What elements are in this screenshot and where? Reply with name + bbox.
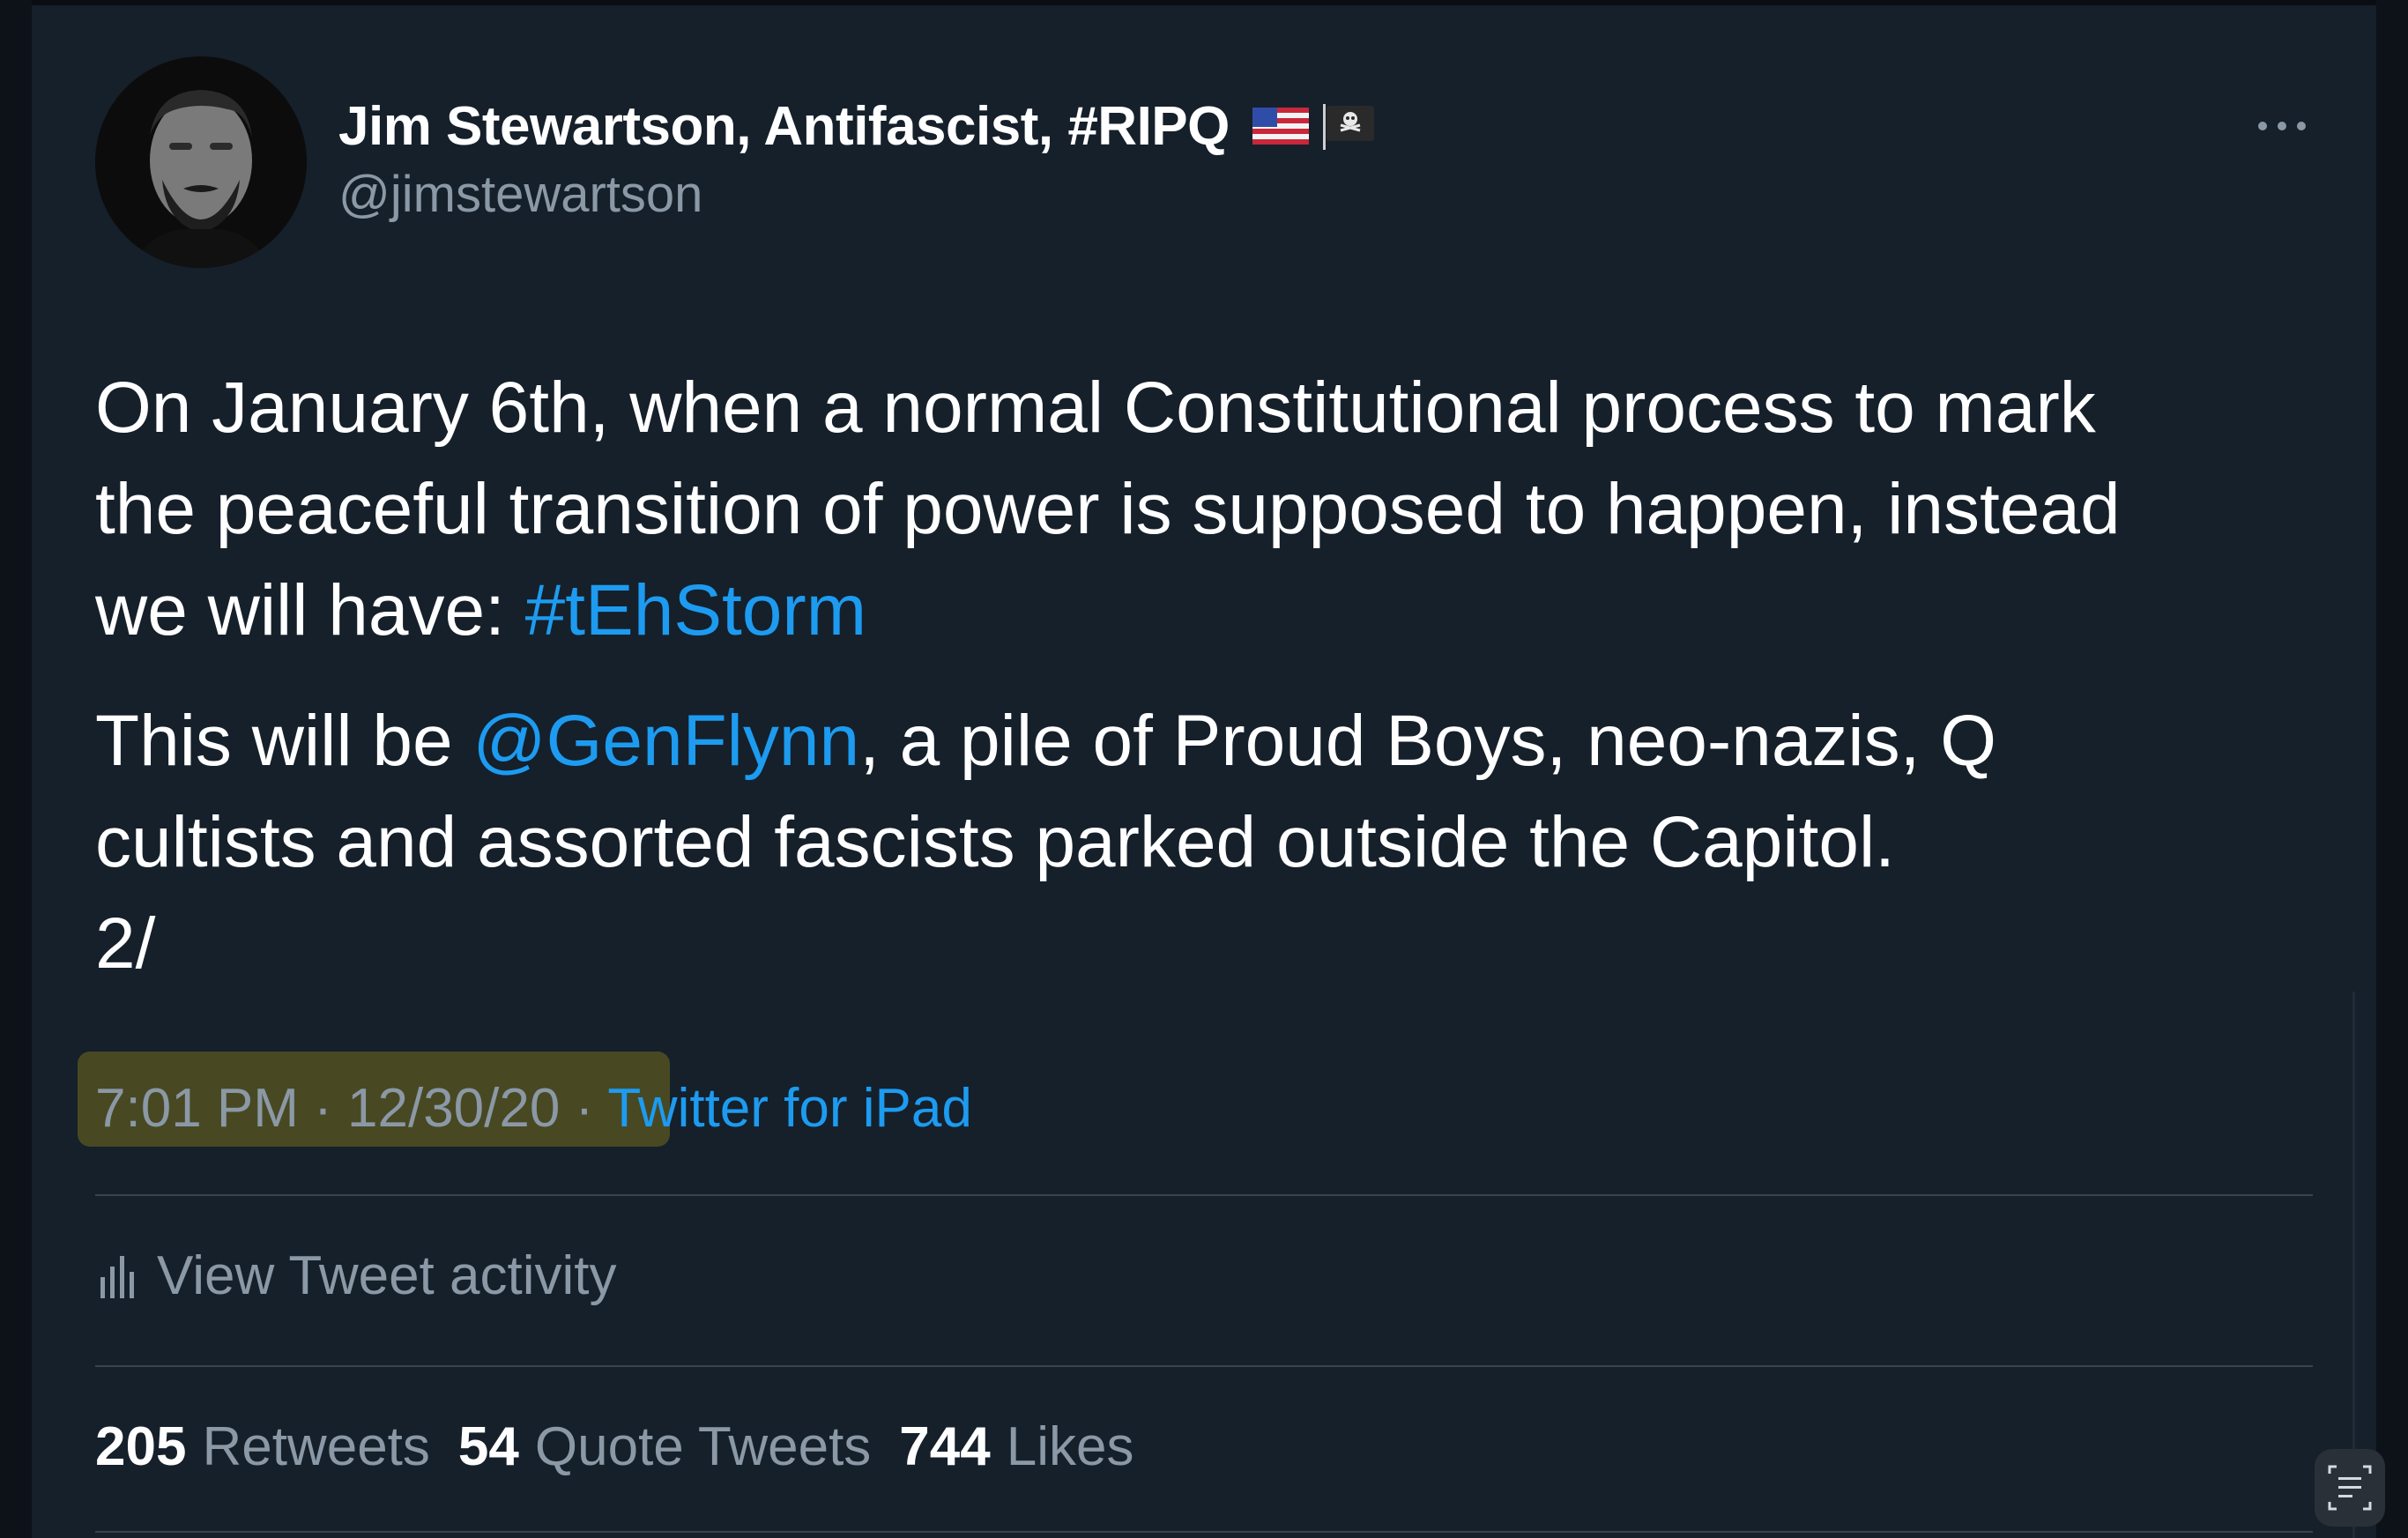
more-dot-icon <box>2278 122 2286 130</box>
retweets-count[interactable]: 205 <box>95 1414 186 1481</box>
mention-link[interactable]: @GenFlynn <box>472 701 859 781</box>
display-name[interactable]: Jim Stewartson, Antifascist, #RIPQ <box>338 95 1230 158</box>
pirate-flag-icon <box>1319 102 1378 150</box>
tweet-text-segment: the peaceful transition of power is supp… <box>95 469 2121 549</box>
tweet-text-segment: 2/ <box>95 903 156 984</box>
avatar[interactable] <box>95 56 307 268</box>
live-text-icon <box>2328 1465 2372 1511</box>
display-name-row[interactable]: Jim Stewartson, Antifascist, #RIPQ <box>338 88 1378 164</box>
tweet-stats: 205 Retweets 54 Quote Tweets 744 Likes <box>95 1414 1163 1481</box>
retweets-label[interactable]: Retweets <box>202 1414 429 1481</box>
meta-separator: · <box>298 1078 348 1139</box>
tweet-time[interactable]: 7:01 PM <box>95 1078 299 1139</box>
tweet-meta: 7:01 PM · 12/30/20 · Twitter for iPad <box>95 1075 972 1142</box>
avatar-portrait-icon <box>95 56 307 268</box>
likes-count[interactable]: 744 <box>899 1414 990 1481</box>
quote-tweets-count[interactable]: 54 <box>458 1414 519 1481</box>
tweet-line: This will be @GenFlynn, a pile of Proud … <box>95 690 2334 791</box>
tweet-line: 2/ <box>95 893 2334 994</box>
tweet-line: On January 6th, when a normal Constituti… <box>95 357 2334 458</box>
more-dot-icon <box>2297 122 2306 130</box>
divider <box>95 1365 2313 1367</box>
tweet-line: the peaceful transition of power is supp… <box>95 458 2334 560</box>
view-tweet-activity-button[interactable]: View Tweet activity <box>99 1245 617 1307</box>
us-flag-icon <box>1251 104 1311 148</box>
divider <box>95 1531 2313 1533</box>
left-frame-edge <box>0 0 32 1538</box>
tweet-text-segment: , a pile of Proud Boys, neo-nazis, Q <box>859 701 1996 781</box>
tweet-line: we will have: #tEhStorm <box>95 560 2334 661</box>
tweet-text: On January 6th, when a normal Constituti… <box>95 357 2334 994</box>
likes-label[interactable]: Likes <box>1007 1414 1134 1481</box>
tweet-client-link[interactable]: Twitter for iPad <box>607 1078 971 1139</box>
hashtag-link[interactable]: #tEhStorm <box>525 570 866 650</box>
tweet-date[interactable]: 12/30/20 <box>347 1078 560 1139</box>
tweet-line: cultists and assorted fascists parked ou… <box>95 791 2334 893</box>
author-handle[interactable]: @jimstewartson <box>338 165 702 224</box>
tweet-text-segment: On January 6th, when a normal Constituti… <box>95 368 2096 448</box>
analytics-bars-icon <box>99 1251 137 1302</box>
tweet-text-segment: cultists and assorted fascists parked ou… <box>95 802 1895 882</box>
tweet-text-segment: This will be <box>95 701 473 781</box>
view-tweet-activity-label: View Tweet activity <box>157 1245 617 1306</box>
tweet-detail-screen: Jim Stewartson, Antifascist, #RIPQ @jims… <box>0 0 2408 1538</box>
more-options-button[interactable] <box>2253 104 2311 148</box>
quote-tweets-label[interactable]: Quote Tweets <box>535 1414 871 1481</box>
live-text-button[interactable] <box>2315 1449 2385 1527</box>
divider <box>95 1194 2313 1196</box>
more-dot-icon <box>2258 122 2267 130</box>
meta-separator: · <box>560 1078 608 1139</box>
tweet-text-segment: we will have: <box>95 570 525 650</box>
top-frame-edge <box>0 0 2408 5</box>
right-frame-edge <box>2376 0 2408 1538</box>
